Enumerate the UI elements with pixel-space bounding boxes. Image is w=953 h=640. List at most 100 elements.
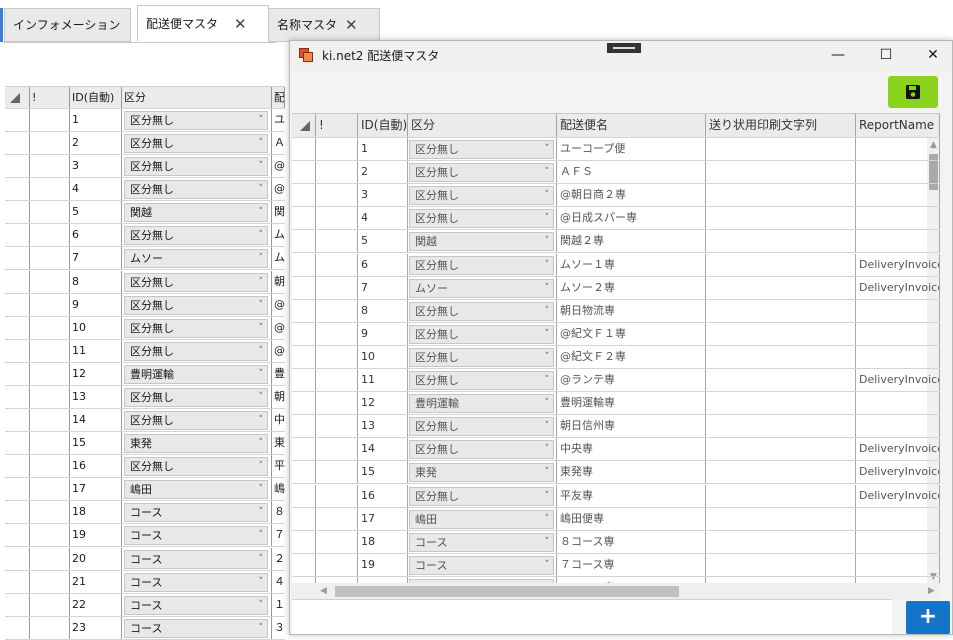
kubun-dropdown[interactable]: 区分無し ˅ xyxy=(124,134,268,154)
print-string-cell[interactable] xyxy=(706,415,856,438)
close-window-button[interactable]: ✕ xyxy=(910,41,953,71)
table-row[interactable]: 11 区分無し ˅ @ランテ専 DeliveryInvoice_ xyxy=(292,369,940,392)
table-row[interactable]: 15 東発 ˅ 東発 xyxy=(5,432,285,456)
haisoubin-name-cell[interactable]: ユーコープ便 xyxy=(557,138,706,160)
table-row[interactable]: 5 関越 ˅ 関越２専 xyxy=(292,230,940,254)
kubun-dropdown[interactable]: 区分無し ˅ xyxy=(409,486,554,506)
row-selector[interactable] xyxy=(5,547,30,570)
row-selector[interactable] xyxy=(292,253,316,276)
table-row[interactable]: 2 区分無し ˅ ＡＦ xyxy=(5,132,285,156)
print-string-cell[interactable] xyxy=(706,322,856,345)
row-selector[interactable] xyxy=(5,201,30,224)
kubun-dropdown[interactable]: コース ˅ xyxy=(124,595,268,615)
table-row[interactable]: 2 区分無し ˅ ＡＦＳ xyxy=(292,161,940,185)
row-selector[interactable] xyxy=(292,438,316,461)
table-row[interactable]: 19 コース ˅ ７コース専 xyxy=(292,553,940,577)
kubun-dropdown[interactable]: 豊明運輸 ˅ xyxy=(409,394,554,414)
table-row[interactable]: 18 コース ˅ ８コ xyxy=(5,501,285,525)
table-row[interactable]: 3 区分無し ˅ @朝 xyxy=(5,155,285,179)
table-row[interactable]: 7 ムソー ˅ ムソー２専 DeliveryInvoice_ xyxy=(292,276,940,300)
kubun-dropdown[interactable]: 区分無し ˅ xyxy=(124,272,268,292)
haisoubin-name-cell[interactable]: @朝日商２専 xyxy=(557,184,706,207)
kubun-dropdown[interactable]: 区分無し ˅ xyxy=(409,301,554,321)
report-name-cell[interactable] xyxy=(856,345,940,368)
print-string-cell[interactable] xyxy=(706,138,856,160)
scroll-right-icon[interactable]: ▶ xyxy=(928,586,935,596)
haisoubin-name-cell[interactable]: 中央専 xyxy=(557,438,706,461)
table-row[interactable]: 16 区分無し ˅ 平友 xyxy=(5,455,285,479)
tab-meisho-master[interactable]: 名称マスタ ✕ xyxy=(268,8,380,42)
row-selector[interactable] xyxy=(5,455,30,478)
kubun-dropdown[interactable]: 区分無し ˅ xyxy=(124,226,268,246)
row-selector[interactable] xyxy=(5,316,30,339)
table-row[interactable]: 14 区分無し ˅ 中央 xyxy=(5,409,285,433)
print-string-cell[interactable] xyxy=(706,553,856,576)
row-selector[interactable] xyxy=(292,507,316,530)
kubun-dropdown[interactable]: 区分無し ˅ xyxy=(409,140,554,159)
kubun-dropdown[interactable]: 区分無し ˅ xyxy=(409,324,554,344)
kubun-dropdown[interactable]: 区分無し ˅ xyxy=(409,371,554,390)
kubun-dropdown[interactable]: 区分無し ˅ xyxy=(124,411,268,431)
table-row[interactable]: 14 区分無し ˅ 中央専 DeliveryInvoice_ xyxy=(292,438,940,462)
print-string-cell[interactable] xyxy=(706,253,856,276)
row-selector[interactable] xyxy=(292,138,316,160)
kubun-dropdown[interactable]: 区分無し ˅ xyxy=(409,347,554,367)
kubun-dropdown[interactable]: コース ˅ xyxy=(409,555,554,575)
close-icon[interactable]: ✕ xyxy=(234,6,247,42)
kubun-dropdown[interactable]: 区分無し ˅ xyxy=(124,295,268,315)
flag-header[interactable]: ! xyxy=(316,114,358,137)
report-name-cell[interactable]: DeliveryInvoice_ xyxy=(856,276,940,299)
print-string-cell[interactable] xyxy=(706,299,856,322)
table-row[interactable]: 8 区分無し ˅ 朝日物流専 xyxy=(292,299,940,323)
kubun-dropdown[interactable]: コース ˅ xyxy=(124,572,268,592)
print-string-cell[interactable] xyxy=(706,438,856,461)
report-name-header[interactable]: ReportName xyxy=(856,114,940,137)
row-selector[interactable] xyxy=(5,616,30,639)
close-icon[interactable]: ✕ xyxy=(345,9,358,41)
table-row[interactable]: 5 関越 ˅ 関越 xyxy=(5,201,285,225)
print-string-cell[interactable] xyxy=(706,184,856,207)
report-name-cell[interactable] xyxy=(856,392,940,415)
row-selector[interactable] xyxy=(5,478,30,501)
haisoubin-name-cell[interactable]: ムソー１専 xyxy=(557,253,706,276)
report-name-cell[interactable] xyxy=(856,507,940,530)
table-row[interactable]: 8 区分無し ˅ 朝日 xyxy=(5,270,285,294)
kubun-dropdown[interactable]: ムソー ˅ xyxy=(124,249,268,269)
report-name-cell[interactable] xyxy=(856,322,940,345)
table-row[interactable]: 6 区分無し ˅ ムソ xyxy=(5,224,285,248)
kubun-dropdown[interactable]: ムソー ˅ xyxy=(409,278,554,298)
kubun-dropdown[interactable]: 嶋田 ˅ xyxy=(409,509,554,529)
tab-information[interactable]: インフォメーション xyxy=(4,8,131,42)
table-row[interactable]: 13 区分無し ˅ 朝日信州専 xyxy=(292,415,940,439)
report-name-cell[interactable] xyxy=(856,530,940,553)
kubun-dropdown[interactable]: 嶋田 ˅ xyxy=(124,480,268,500)
table-row[interactable]: 13 区分無し ˅ 朝日 xyxy=(5,385,285,409)
row-selector[interactable] xyxy=(292,230,316,253)
row-selector[interactable] xyxy=(292,207,316,230)
table-row[interactable]: 10 区分無し ˅ @紀文Ｆ２専 xyxy=(292,345,940,369)
report-name-cell[interactable]: DeliveryInvoice_ xyxy=(856,438,940,461)
row-selector[interactable] xyxy=(5,570,30,593)
row-selector[interactable] xyxy=(292,345,316,368)
table-row[interactable]: 15 東発 ˅ 東発専 DeliveryInvoice_ xyxy=(292,461,940,485)
row-selector[interactable] xyxy=(292,299,316,322)
row-selector[interactable] xyxy=(292,484,316,507)
print-string-cell[interactable] xyxy=(706,461,856,484)
print-string-cell[interactable] xyxy=(706,345,856,368)
id-header[interactable]: ID(自動) xyxy=(358,114,408,137)
window-titlebar[interactable]: ki.net2 配送便マスタ — ☐ ✕ xyxy=(290,41,952,71)
row-selector[interactable] xyxy=(292,184,316,207)
report-name-cell[interactable] xyxy=(856,161,940,184)
kubun-dropdown[interactable]: コース ˅ xyxy=(124,549,268,569)
kubun-dropdown[interactable]: 関越 ˅ xyxy=(124,203,268,223)
report-name-cell[interactable] xyxy=(856,184,940,207)
table-row[interactable]: 19 コース ˅ ７コ xyxy=(5,524,285,548)
report-name-cell[interactable] xyxy=(856,553,940,576)
kubun-dropdown[interactable]: 関越 ˅ xyxy=(409,232,554,252)
table-row[interactable]: 3 区分無し ˅ @朝日商２専 xyxy=(292,184,940,208)
save-button[interactable] xyxy=(888,76,938,108)
kubun-dropdown[interactable]: 区分無し ˅ xyxy=(124,387,268,407)
table-row[interactable]: 11 区分無し ˅ @ラ xyxy=(5,339,285,363)
haisoubin-name-cell[interactable]: 東発専 xyxy=(557,461,706,484)
haisoubin-name-cell[interactable]: @日成スパー専 xyxy=(557,207,706,230)
